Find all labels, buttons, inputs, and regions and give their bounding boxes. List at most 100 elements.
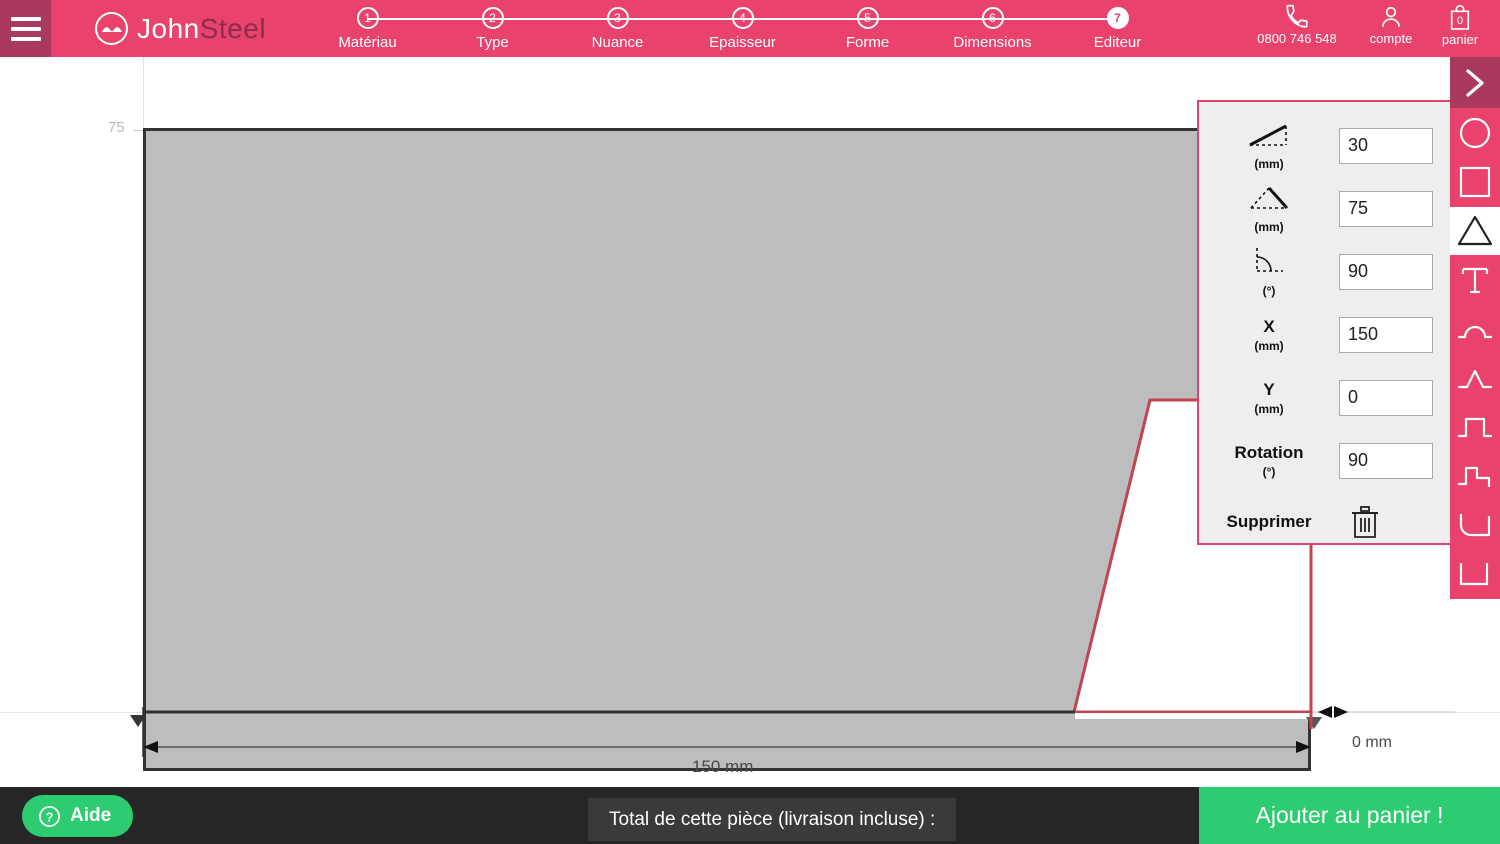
property-unit: (°) [1263,465,1276,479]
notch-tool-icon[interactable] [1450,403,1500,452]
property-label-group: Y (mm) [1199,380,1339,416]
app-root: JohnSteel 1 Matériau 2Type 3 Nuance 4 Epaisseu… [0,0,1500,844]
total-price-label: Total de cette pièce (livraison incluse)… [609,809,935,831]
cart-label: panier [1442,32,1478,47]
johnsteel-logo-icon [95,12,128,45]
property-label-group: Rotation (°) [1199,443,1339,479]
cart-link[interactable]: 0 panier [1426,0,1494,47]
user-icon [1378,4,1404,30]
chevron-tool-icon[interactable] [1450,354,1500,403]
step-item-forme[interactable]: 5 Forme [805,0,930,51]
property-input-dim1[interactable] [1339,191,1433,227]
step-item-nuance[interactable]: 3 Nuance [555,0,680,51]
brand-logo[interactable]: JohnSteel [95,0,266,57]
step-item-type[interactable]: 2Type [430,0,555,51]
canvas-tool-strip: DXF [1208,782,1500,787]
help-button[interactable]: ? Aide [22,795,133,837]
corner-tool-icon[interactable] [1450,550,1500,599]
property-input-x[interactable] [1339,317,1433,353]
property-unit: (mm) [1254,402,1283,416]
property-unit: (mm) [1254,339,1283,353]
property-row-x-position: X (mm) [1199,303,1451,366]
step-number: 6 [982,7,1004,29]
question-circle-icon: ? [38,805,61,828]
property-input-dim2[interactable] [1339,254,1433,290]
delete-shape-row: Supprimer [1199,492,1451,552]
y-tick-label: 75 [108,119,125,136]
phone-number-label: 0800 746 548 [1257,31,1337,46]
width-dimension-label: 150 mm [692,757,753,777]
property-label: Rotation [1235,443,1304,463]
property-row-triangle-height-dim: (mm) [1199,177,1451,240]
step-item-matriau[interactable]: 1 Matériau [305,0,430,51]
shape-tool-sidebar [1450,57,1500,599]
step-item-epaisseur[interactable]: 4 Epaisseur [680,0,805,51]
step-label: Nuance [592,34,644,51]
zoom-out-icon[interactable] [1312,782,1360,787]
step-item-editeur[interactable]: 7 Editeur [1055,0,1180,51]
cart-count-badge: 0 [1447,15,1473,27]
shape-properties-panel: (mm) (mm) (°) X (mm) Y (mm) Rotation (°) Supprime… [1197,100,1453,545]
undo-icon[interactable] [1364,782,1412,787]
redo-icon[interactable] [1416,782,1464,787]
phone-icon [1284,4,1310,30]
triangle-height-dim-icon [1246,183,1292,218]
brand-text-part2: Steel [200,13,266,44]
step-label: Forme [846,34,889,51]
step-number: 3 [607,7,629,29]
step-number: 7 [1107,7,1129,29]
step-number: 1 [357,7,379,29]
total-price-box: Total de cette pièce (livraison incluse)… [588,798,956,841]
step-tool-icon[interactable] [1450,452,1500,501]
circle-tool-icon[interactable] [1450,109,1500,158]
round-corner-tool-icon[interactable] [1450,501,1500,550]
svg-text:?: ? [46,810,54,824]
header-right-actions: 0800 746 548 compte 0 panier [1238,0,1500,57]
step-number: 4 [732,7,754,29]
triangle-tool-icon[interactable] [1450,207,1500,256]
brand-text-part1: John [137,13,200,44]
property-unit: (mm) [1254,157,1283,171]
step-number: 2 [482,7,504,29]
property-label-group: X (mm) [1199,317,1339,353]
triangle-base-dim-icon [1246,120,1292,155]
property-label: Y [1263,380,1274,400]
step-label: Epaisseur [709,34,776,51]
collapse-panel-icon[interactable] [1450,57,1500,109]
step-label: Editeur [1094,34,1142,51]
delete-shape-label: Supprimer [1199,512,1339,532]
bottom-footer: ? Aide Total de cette pièce (livraison i… [0,787,1500,844]
trash-icon[interactable] [1339,505,1433,539]
add-to-cart-button[interactable]: Ajouter au panier ! [1199,787,1500,844]
account-label: compte [1370,31,1413,46]
square-tool-icon[interactable] [1450,158,1500,207]
account-link[interactable]: compte [1356,0,1426,46]
add-to-cart-label: Ajouter au panier ! [1256,802,1444,829]
property-label-group: (°) [1199,245,1339,298]
property-unit: (mm) [1254,220,1283,234]
property-input-rotation[interactable] [1339,443,1433,479]
step-progress-nav: 1 Matériau 2Type 3 Nuance 4 Epaisseur 5 Forme 6 Di… [305,0,1180,57]
ruler-icon[interactable] [1468,782,1500,787]
property-row-y-position: Y (mm) [1199,366,1451,429]
offset-dimension-label: 0 mm [1352,734,1392,752]
download-dxf-icon[interactable]: DXF [1208,782,1256,787]
step-label: Dimensions [953,34,1031,51]
property-label-group: (mm) [1199,120,1339,171]
property-label-group: (mm) [1199,183,1339,234]
step-number: 5 [857,7,879,29]
property-label: X [1263,317,1274,337]
steel-plate-shape[interactable] [143,128,1311,771]
zoom-in-icon[interactable] [1260,782,1308,787]
hamburger-bar [11,37,41,41]
step-label: Matériau [338,34,396,51]
hamburger-menu-icon[interactable] [0,0,51,57]
text-tool-icon[interactable] [1450,256,1500,305]
property-row-angle-dim: (°) [1199,240,1451,303]
property-input-dim0[interactable] [1339,128,1433,164]
phone-link[interactable]: 0800 746 548 [1238,0,1356,46]
property-row-rotation: Rotation (°) [1199,429,1451,492]
property-input-y[interactable] [1339,380,1433,416]
arc-tool-icon[interactable] [1450,305,1500,354]
step-item-dimensions[interactable]: 6 Dimensions [930,0,1055,51]
